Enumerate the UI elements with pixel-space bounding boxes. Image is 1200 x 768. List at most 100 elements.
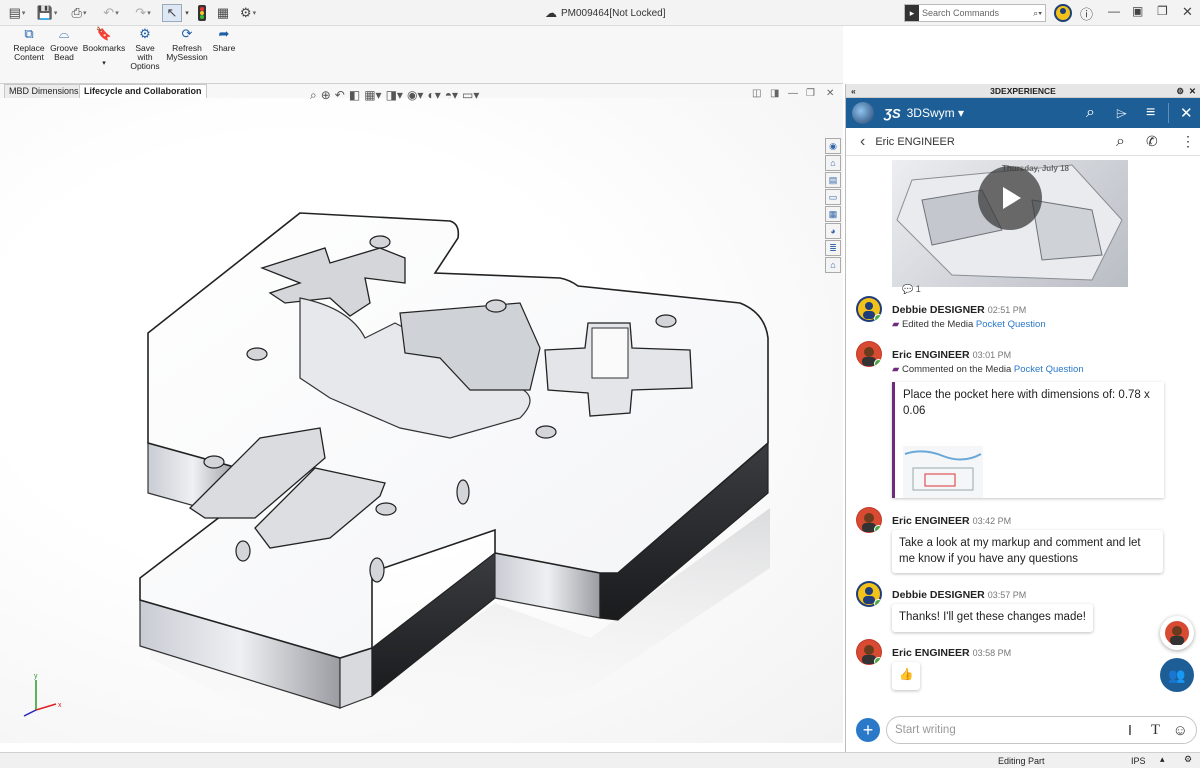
- message-author: Eric ENGINEER 03:01 PM: [892, 349, 1012, 361]
- search-icon[interactable]: ⌕: [1086, 104, 1095, 122]
- markup-image[interactable]: [903, 446, 983, 498]
- status-settings-icon[interactable]: ⚙: [1184, 754, 1192, 765]
- new-document-icon[interactable]: ▤ ▾: [6, 4, 28, 22]
- message-input[interactable]: Start writing I T ☺: [886, 716, 1197, 744]
- app-switcher[interactable]: 3DSwym ▾: [907, 106, 964, 120]
- user-compass-icon[interactable]: [1054, 4, 1072, 25]
- text-format-icon[interactable]: T: [1151, 722, 1160, 739]
- add-icon[interactable]: +: [856, 718, 880, 742]
- video-comments[interactable]: 💬 1: [902, 284, 921, 295]
- status-bar: Editing Part IPS ▴ ⚙: [0, 752, 1200, 768]
- avatar[interactable]: [856, 341, 882, 367]
- triad-y-label: y: [34, 673, 38, 680]
- swym-header: ƷS 3DSwym ▾ ⌕ ⌲ ≡ ✕: [846, 98, 1200, 128]
- status-icon[interactable]: ▴: [1160, 754, 1165, 765]
- select-dropdown[interactable]: ▾: [183, 4, 191, 22]
- media-link[interactable]: Pocket Question: [976, 319, 1046, 330]
- community-icon[interactable]: 👥: [1160, 658, 1194, 692]
- video-thumbnail[interactable]: Thursday, July 18: [892, 160, 1128, 287]
- chat-feed: Thursday, July 18 💬 1 Debbie DESIGNER 02:…: [846, 160, 1200, 708]
- file-properties-icon[interactable]: ▦: [215, 4, 231, 22]
- avatar[interactable]: [856, 296, 882, 322]
- message-author: Eric ENGINEER 03:42 PM: [892, 515, 1012, 527]
- play-icon[interactable]: [978, 166, 1042, 230]
- tile-icon[interactable]: ▣: [1132, 4, 1143, 18]
- rebuild-icon[interactable]: [196, 4, 208, 22]
- comment-icon: ▰: [892, 319, 900, 330]
- more-vertical-icon[interactable]: ⋮: [1181, 133, 1195, 150]
- tab-lifecycle-collaboration[interactable]: Lifecycle and Collaboration: [79, 84, 207, 98]
- text-cursor-icon: I: [1127, 721, 1132, 739]
- avatar[interactable]: [856, 581, 882, 607]
- comment-card[interactable]: Place the pocket here with dimensions of…: [892, 382, 1164, 498]
- title-bar: ▤ ▾ 💾 ▾ ⎙ ▾ ↶ ▾ ↷ ▾ ↖ ▾ ▦ ⚙ ▾ ☁ PM009464[Not L…: [0, 0, 1200, 26]
- media-link[interactable]: Pocket Question: [1014, 364, 1084, 375]
- message-bubble: Take a look at my markup and comment and…: [892, 530, 1163, 573]
- online-status-icon: [874, 657, 882, 665]
- triad-x-label: x: [58, 702, 62, 709]
- emoji-icon[interactable]: ☺: [1173, 722, 1188, 739]
- compass-icon[interactable]: [852, 102, 874, 124]
- share-button[interactable]: ➦ Share: [210, 26, 238, 53]
- refresh-icon: ⟳: [181, 26, 193, 41]
- message-author: Eric ENGINEER 03:58 PM: [892, 647, 1012, 659]
- replace-content-button[interactable]: ⧉ Replace Content: [12, 26, 46, 62]
- share-icon: ➦: [218, 26, 230, 41]
- panel-settings-icon[interactable]: ⚙: [1176, 84, 1184, 98]
- save-icon[interactable]: 💾 ▾: [36, 4, 58, 22]
- avatar[interactable]: [856, 507, 882, 533]
- undo-icon[interactable]: ↶ ▾: [100, 4, 122, 22]
- restore-icon[interactable]: ❐: [1157, 4, 1168, 18]
- online-status-icon: [874, 314, 882, 322]
- search-commands-icon: ▸: [905, 5, 919, 21]
- message-composer: + Start writing I T ☺: [846, 708, 1200, 752]
- comment-text: Place the pocket here with dimensions of…: [903, 389, 1150, 417]
- online-status-icon: [874, 359, 882, 367]
- conversation-header: ‹ Eric ENGINEER ⌕ ✆ ⋮: [846, 128, 1200, 156]
- contact-avatar-button[interactable]: [1160, 616, 1194, 650]
- avatar[interactable]: [856, 639, 882, 665]
- minimize-icon[interactable]: —: [1108, 4, 1120, 18]
- help-icon[interactable]: ⓘ: [1080, 4, 1093, 23]
- select-icon[interactable]: ↖: [162, 4, 182, 22]
- message-bubble: Thanks! I'll get these changes made!: [892, 604, 1093, 632]
- search-icon[interactable]: ⌕▾: [1033, 8, 1042, 19]
- cloud-icon: ☁: [545, 6, 557, 20]
- save-with-options-button[interactable]: ⚙ Save with Options: [128, 26, 162, 71]
- message-bubble: 👍: [892, 662, 921, 690]
- message-author: Debbie DESIGNER 02:51 PM: [892, 304, 1027, 316]
- document-title: ☁ PM009464[Not Locked]: [545, 6, 666, 20]
- online-status-icon: [874, 599, 882, 607]
- status-units[interactable]: IPS: [1131, 756, 1146, 766]
- replace-content-icon: ⧉: [24, 26, 34, 41]
- phone-icon[interactable]: ✆: [1146, 133, 1158, 150]
- conversation-title: Eric ENGINEER: [875, 135, 955, 148]
- back-chevron-icon[interactable]: ‹: [860, 133, 865, 151]
- pin-icon[interactable]: ✕: [1189, 84, 1196, 98]
- tab-mbd-dimensions[interactable]: MBD Dimensions: [4, 84, 84, 98]
- redo-icon[interactable]: ↷ ▾: [132, 4, 154, 22]
- panel-header: « 3DEXPERIENCE ⚙ ✕: [846, 84, 1200, 98]
- activity-line: ▰ Commented on the Media Pocket Question: [892, 364, 1084, 375]
- hamburger-menu-icon[interactable]: ≡: [1146, 104, 1155, 122]
- close-icon[interactable]: ✕: [1180, 104, 1193, 122]
- message-author: Debbie DESIGNER 03:57 PM: [892, 589, 1027, 601]
- 3dexperience-panel: « 3DEXPERIENCE ⚙ ✕ ƷS 3DSwym ▾ ⌕ ⌲ ≡ ✕ ‹…: [845, 84, 1200, 752]
- graphics-area[interactable]: ⌕ ⊕ ↶ ◧ ▦▾ ◨▾ ◉▾ ◐▾ ◓▾ ▭▾ ◫ ◨ — ❐ ✕ ◉ ⌂ …: [0, 88, 843, 743]
- part-model[interactable]: [0, 98, 843, 743]
- close-window-icon[interactable]: ✕: [1182, 4, 1193, 20]
- options-icon[interactable]: ⚙ ▾: [236, 4, 260, 22]
- groove-bead-button[interactable]: ⌓ Groove Bead: [48, 27, 80, 62]
- status-editing: Editing Part: [998, 756, 1045, 766]
- coordinate-triad: y x: [23, 673, 62, 717]
- conversation-search-icon[interactable]: ⌕: [1116, 133, 1125, 151]
- refresh-mysession-button[interactable]: ⟳ Refresh MySession: [165, 26, 209, 62]
- save-options-icon: ⚙: [139, 26, 151, 41]
- search-commands[interactable]: ▸ Search Commands ⌕▾: [904, 4, 1046, 22]
- print-icon[interactable]: ⎙ ▾: [68, 4, 90, 22]
- 3ds-logo-icon: ƷS: [884, 105, 901, 121]
- bookmarks-button[interactable]: 🔖 Bookmarks ▾: [82, 27, 126, 68]
- comment-icon: ▰: [892, 364, 900, 375]
- tag-icon[interactable]: ⌲: [1116, 105, 1127, 122]
- collapse-panel-icon[interactable]: «: [851, 84, 856, 98]
